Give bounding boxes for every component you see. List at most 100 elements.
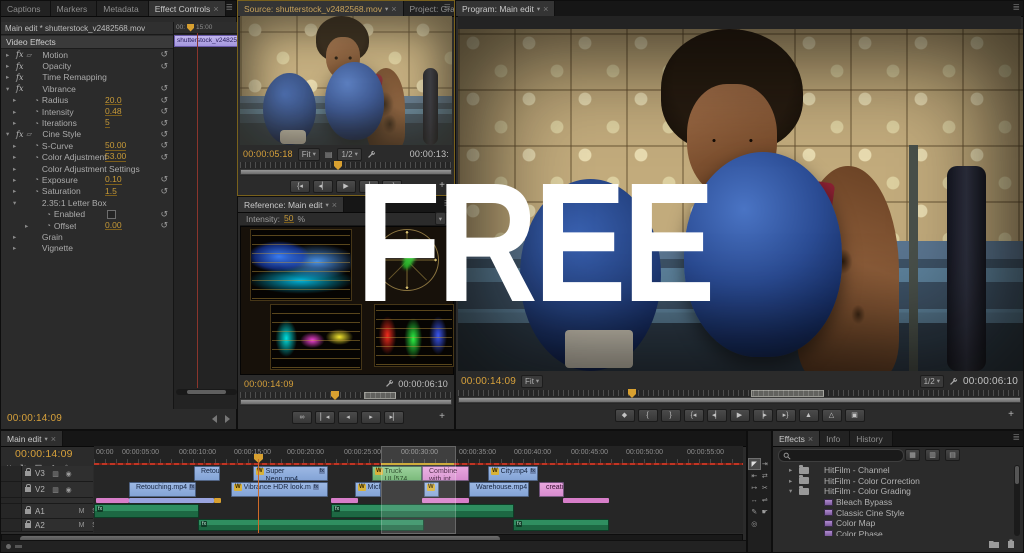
slide-tool[interactable]: ⇌ — [760, 495, 771, 505]
effects-scrollbar[interactable] — [1014, 465, 1020, 536]
effect-classic-cine-style[interactable]: Classic Cine Style — [777, 507, 1011, 518]
tab-program[interactable]: Program: Main edit ▾ × — [456, 1, 556, 16]
track-header[interactable]: A2 ▥ ◉ M S — [1, 519, 97, 532]
chevron-down-icon[interactable]: ▾ — [385, 5, 388, 13]
track-header[interactable]: A1 ▥ ◉ M S — [1, 504, 97, 519]
panel-menu-icon[interactable]: ≣ — [1012, 3, 1020, 12]
param-color-adjustment-settings[interactable]: ▸ ▱ ◔ Color Adjustment Settings — [1, 163, 173, 174]
tab-metadata[interactable]: Metadata — [97, 1, 149, 16]
param-value[interactable]: 5 — [105, 118, 110, 128]
disclosure-icon[interactable]: ▸ — [13, 108, 20, 116]
step-forward-button[interactable]: ▸ — [361, 410, 381, 424]
track-output-icon[interactable]: ◉ — [64, 486, 73, 494]
disclosure-icon[interactable]: ▸ — [13, 96, 20, 104]
param-vignette[interactable]: ▸ ▱ ◔ Vignette — [1, 243, 173, 254]
effect-controls-mini-timeline[interactable]: 00: 15:00 shutterstock_v24825 — [173, 22, 241, 409]
step-forward-button[interactable]: ▕▸ — [359, 179, 379, 193]
reset-icon[interactable]: ↺ — [160, 209, 168, 220]
mark-out-button[interactable]: } — [660, 408, 681, 422]
effect-color-map[interactable]: Color Map — [777, 518, 1011, 529]
scroll-zoom-bar[interactable] — [240, 169, 452, 175]
track-header[interactable]: V3 ▥ ◉ M S — [1, 466, 93, 482]
tab-history[interactable]: History — [850, 431, 893, 446]
audio-clip[interactable]: fx — [331, 504, 514, 518]
disclosure-icon[interactable]: ▸ — [13, 142, 20, 150]
source-scrubber[interactable] — [240, 161, 452, 176]
track-name[interactable]: A1 — [35, 507, 47, 516]
audio-clip[interactable]: fx — [198, 519, 424, 531]
reset-icon[interactable]: ↺ — [160, 49, 168, 60]
lock-icon[interactable] — [25, 505, 31, 514]
goto-in-button[interactable]: {◂ — [683, 408, 704, 422]
chevron-down-icon[interactable]: ▾ — [325, 201, 328, 209]
tab-source[interactable]: Source: shutterstock_v2482568.mov ▾ × — [238, 1, 404, 16]
tab-markers[interactable]: Markers — [50, 1, 98, 16]
reference-current-timecode[interactable]: 00:00:14:09 — [244, 379, 294, 389]
stopwatch-icon[interactable]: ◔ — [46, 221, 51, 230]
disclosure-icon[interactable]: ▸ — [13, 233, 20, 241]
zoom-level-select[interactable]: Fit ▾ — [521, 374, 544, 388]
step-back-button[interactable]: ◂▏ — [706, 408, 727, 422]
mini-scrollbar[interactable] — [176, 389, 237, 395]
reset-icon[interactable]: ↺ — [160, 106, 168, 117]
extract-button[interactable]: △ — [821, 408, 842, 422]
disclosure-icon[interactable]: ▸ — [6, 51, 13, 59]
button-editor-add[interactable]: + — [433, 179, 451, 192]
audio-clip[interactable]: fx — [513, 519, 609, 531]
panel-menu-icon[interactable]: ≣ — [1012, 433, 1020, 442]
fx-icon[interactable]: fx — [16, 50, 23, 59]
goto-out-button[interactable]: ▸} — [775, 408, 796, 422]
timeline-clip[interactable]: W Vibrance HDR look.m fx — [231, 482, 328, 497]
selection-tool[interactable]: ◤ — [748, 458, 761, 470]
disclosure-icon[interactable]: ▾ — [789, 487, 796, 495]
timeline-clip[interactable]: W fx — [424, 482, 439, 497]
panel-menu-icon[interactable]: ≣ — [443, 199, 451, 208]
disclosure-icon[interactable]: ▸ — [6, 73, 13, 81]
razor-tool[interactable]: ✂ — [760, 483, 771, 493]
track-output-icon[interactable]: ◉ — [64, 470, 73, 478]
reset-icon[interactable]: ↺ — [160, 186, 168, 197]
intensity-value[interactable]: 50 — [284, 214, 294, 224]
rate-stretch-tool[interactable]: ↦ — [749, 483, 760, 493]
timeline-clip-strip[interactable] — [214, 498, 221, 503]
timeline-clip[interactable]: Combine with int fx — [422, 466, 469, 481]
new-custom-bin-icon[interactable] — [988, 539, 1000, 549]
program-current-timecode[interactable]: 00:00:14:09 — [461, 376, 516, 387]
wrench-icon[interactable] — [367, 150, 376, 159]
disclosure-icon[interactable]: ▸ — [789, 466, 796, 474]
chevron-down-icon[interactable]: ▾ — [537, 5, 540, 13]
add-marker-button[interactable]: ◆ — [614, 408, 635, 422]
timeline-clip-strip[interactable] — [331, 498, 358, 503]
param-intensity[interactable]: ▸ ▱ ◔ Intensity 0.48 ↺ — [1, 106, 173, 117]
timeline-tracks-area[interactable]: Retouch fx W Super Neon.mp4 fx W Truck U… — [94, 463, 743, 533]
filter-accelerated-effects[interactable]: ▦ — [905, 449, 920, 461]
chevron-down-icon[interactable]: ▾ — [45, 435, 48, 443]
track-header[interactable]: V2 ▥ ◉ M S — [1, 482, 93, 498]
timeline-clip-strip[interactable] — [422, 498, 469, 503]
stopwatch-icon[interactable]: ◔ — [46, 210, 51, 219]
effect-cine-style[interactable]: ▾ fx ▱ ◔ Cine Style ↺ — [1, 129, 173, 140]
timeline-ruler[interactable]: 00:00 00:00:05:00 00:00:10:00 00:00:15:00 00… — [94, 446, 743, 464]
reset-icon[interactable]: ↺ — [160, 174, 168, 185]
stopwatch-icon[interactable]: ◔ — [34, 187, 39, 196]
reset-icon[interactable]: ↺ — [160, 61, 168, 72]
playback-resolution-select[interactable]: 1/2 ▾ — [919, 374, 944, 388]
goto-in-button[interactable]: ▏◂ — [315, 410, 335, 424]
more-options-icon[interactable]: » — [418, 181, 434, 192]
sync-lock-icon[interactable]: ▥ — [51, 486, 60, 494]
timeline-clip-strip[interactable] — [129, 498, 214, 503]
timeline-clip-strip[interactable] — [563, 498, 609, 503]
fx-icon[interactable]: fx — [16, 130, 23, 139]
timeline-timecode[interactable]: 00:00:14:09 — [15, 448, 73, 460]
tab-effects[interactable]: Effects × — [773, 431, 821, 446]
close-icon[interactable]: × — [332, 200, 337, 210]
playhead-marker[interactable] — [187, 23, 195, 32]
zoom-level-select[interactable]: Fit ▾ — [297, 147, 320, 161]
tab-info[interactable]: Info — [820, 431, 851, 446]
param-s-curve[interactable]: ▸ ▱ ◔ S-Curve 50.00 ↺ — [1, 140, 173, 151]
goto-in-button[interactable]: {◂ — [290, 179, 310, 193]
effects-search-box[interactable] — [778, 449, 904, 462]
panel-menu-icon[interactable]: ≣ — [225, 3, 233, 12]
fx-icon[interactable]: fx — [16, 73, 23, 82]
scope-type-select[interactable]: ▾ — [434, 212, 446, 225]
